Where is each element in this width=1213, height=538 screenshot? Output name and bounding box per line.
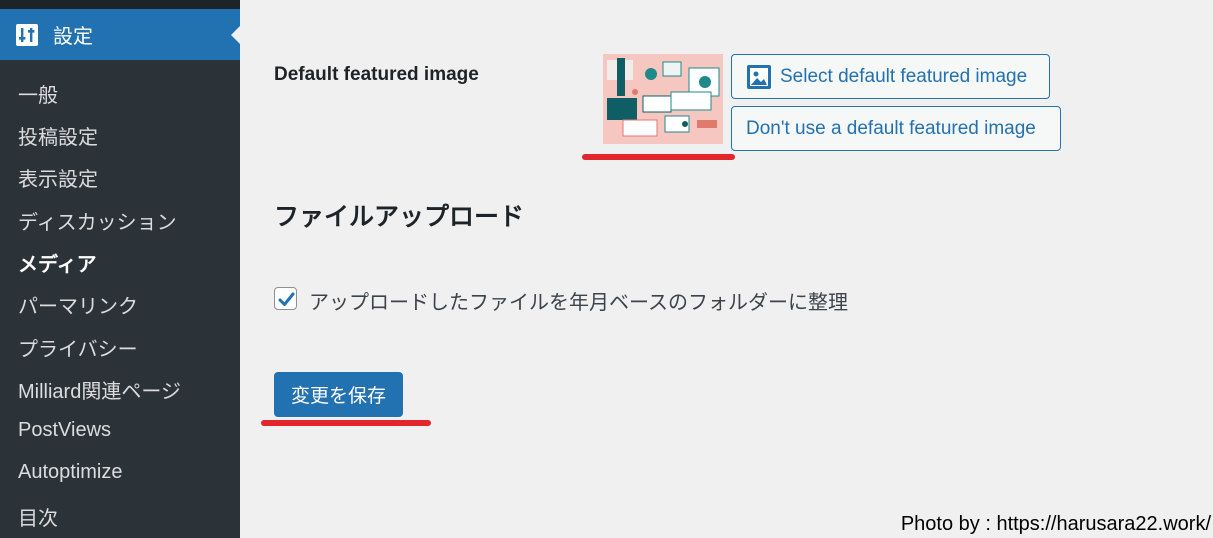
file-upload-section-title: ファイルアップロード [274,203,525,231]
thumbnail-highlight-underline [582,154,735,160]
save-changes-button[interactable]: 変更を保存 [274,372,403,417]
submenu-item-privacy[interactable]: プライバシー [18,333,138,362]
default-featured-image-label: Default featured image [274,64,479,85]
organize-uploads-checkbox[interactable] [274,287,297,310]
submenu-item-milliard-pages[interactable]: Milliard関連ページ [18,375,181,404]
settings-submenu: 一般 投稿設定 表示設定 ディスカッション メディア パーマリンク プライバシー… [0,60,240,538]
select-default-featured-image-button[interactable]: Select default featured image [731,54,1050,99]
checkmark-icon [278,292,295,306]
submenu-item-permalinks[interactable]: パーマリンク [18,290,138,319]
default-featured-image-thumbnail[interactable] [603,54,723,144]
dont-use-default-featured-image-label: Don't use a default featured image [746,117,1036,139]
organize-uploads-label[interactable]: アップロードしたファイルを年月ベースのフォルダーに整理 [309,286,848,315]
save-button-highlight-underline [261,420,431,426]
sidebar-menu-settings[interactable]: 設定 [0,9,240,60]
submenu-item-toc[interactable]: 目次 [18,502,58,531]
sidebar-menu-settings-label: 設定 [53,26,93,48]
submenu-item-discussion[interactable]: ディスカッション [18,206,177,235]
current-menu-arrow [231,25,240,44]
submenu-item-postviews[interactable]: PostViews [18,419,111,442]
admin-sidebar: 設定 一般 投稿設定 表示設定 ディスカッション メディア パーマリンク プライ… [0,0,240,538]
media-library-icon [747,64,771,89]
photo-credit: Photo by : https://harusara22.work/ [900,513,1211,535]
submenu-item-media[interactable]: メディア [18,248,97,277]
dont-use-default-featured-image-button[interactable]: Don't use a default featured image [731,106,1061,151]
submenu-item-writing[interactable]: 投稿設定 [18,121,98,150]
settings-main: Default featured image Select default fe… [240,0,1213,538]
settings-sliders-icon [16,23,38,46]
submenu-item-reading[interactable]: 表示設定 [18,163,98,192]
submenu-item-general[interactable]: 一般 [18,79,58,108]
sidebar-top-strip [0,0,240,9]
submenu-item-autoptimize[interactable]: Autoptimize [18,461,123,484]
select-default-featured-image-label: Select default featured image [780,65,1028,87]
